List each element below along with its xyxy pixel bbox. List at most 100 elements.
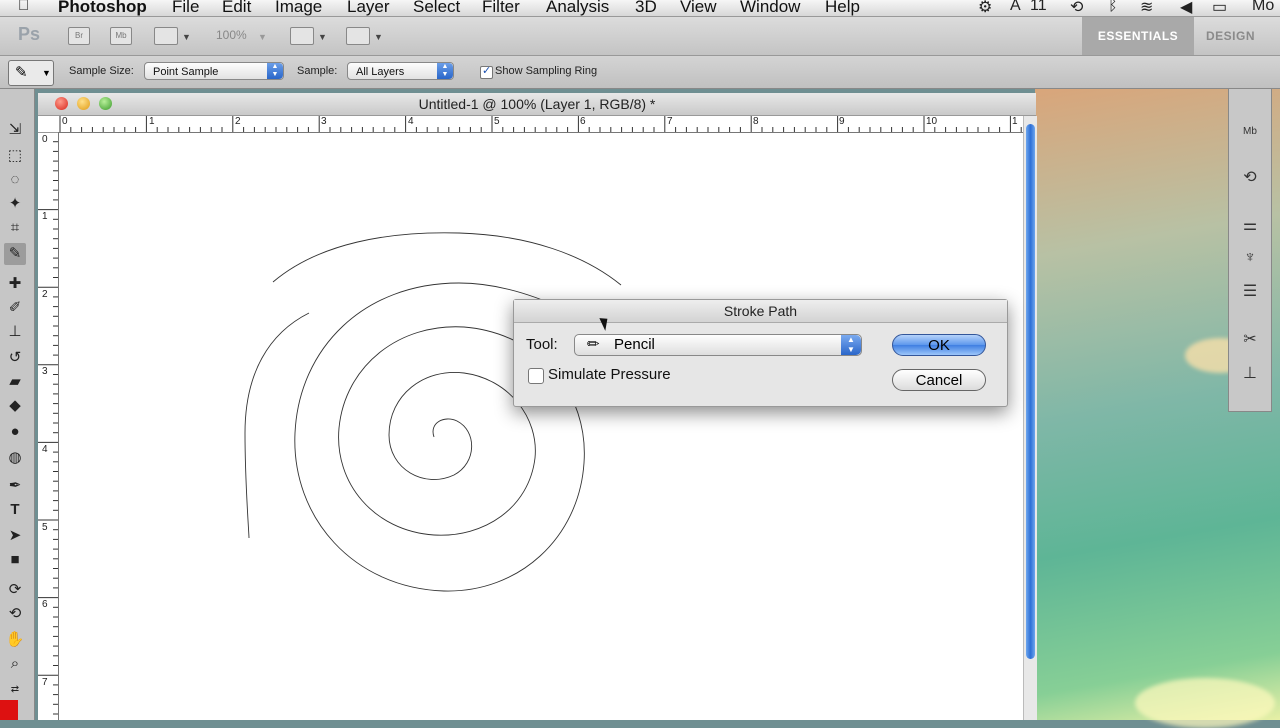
marquee-tool-icon[interactable]: ⬚: [4, 145, 26, 167]
3d-orbit-tool-icon[interactable]: ⟲: [4, 603, 26, 625]
chevron-down-icon[interactable]: ▼: [318, 32, 327, 42]
application-bar: Ps Br Mb ▼ 100% ▼ ▼ ▼ ESSENTIALS DESIGN: [0, 17, 1280, 56]
wifi-icon[interactable]: ≋: [1140, 0, 1153, 17]
menu-edit[interactable]: Edit: [222, 0, 251, 17]
hand-tool-icon[interactable]: ✋: [4, 629, 26, 651]
brush-tool-icon[interactable]: ✐: [4, 297, 26, 319]
healing-brush-tool-icon[interactable]: ✚: [4, 273, 26, 295]
scrollbar-thumb[interactable]: [1026, 124, 1035, 659]
menu-analysis[interactable]: Analysis: [546, 0, 609, 17]
dodge-tool-icon[interactable]: ◍: [4, 447, 26, 469]
zoom-tool-icon[interactable]: ⌕: [4, 653, 26, 675]
menu-photoshop[interactable]: Photoshop: [58, 0, 147, 17]
ok-button[interactable]: OK: [892, 334, 986, 356]
3d-rotate-tool-icon[interactable]: ⟳: [4, 579, 26, 601]
minibridge-panel-icon[interactable]: Mb: [1239, 121, 1261, 143]
simulate-pressure-checkbox[interactable]: [528, 368, 544, 384]
menu-select[interactable]: Select: [413, 0, 460, 17]
adobe-cs-icon[interactable]: A: [1010, 0, 1021, 15]
tool-preset-picker[interactable]: ✎ ▼: [8, 60, 54, 86]
sample-select[interactable]: All Layers ▲ ▼: [347, 62, 454, 80]
chevron-down-icon: ▼: [42, 68, 51, 78]
pen-tool-icon[interactable]: ✒: [4, 475, 26, 497]
sample-size-select[interactable]: Point Sample ▲ ▼: [144, 62, 284, 80]
eraser-tool-icon[interactable]: ▰: [4, 371, 26, 393]
adjustments-panel-icon[interactable]: ⚌: [1239, 215, 1261, 237]
eyedropper-icon: ✎: [15, 64, 28, 81]
stepper-arrows-icon: ▲ ▼: [437, 63, 453, 79]
swap-colors-icon[interactable]: ⇄: [4, 679, 26, 701]
chevron-down-icon[interactable]: ▼: [258, 32, 267, 42]
ruler-label: 3: [42, 366, 48, 377]
menu-file[interactable]: File: [172, 0, 199, 17]
menu-3d[interactable]: 3D: [635, 0, 657, 17]
vertical-scrollbar[interactable]: [1023, 116, 1037, 720]
chevron-down-icon[interactable]: ▼: [374, 32, 383, 42]
ruler-label: 1: [149, 116, 155, 127]
menu-layer[interactable]: Layer: [347, 0, 390, 17]
type-tool-icon[interactable]: T: [4, 499, 26, 521]
ruler-label: 7: [42, 677, 48, 688]
menu-help[interactable]: Help: [825, 0, 860, 17]
time-machine-icon[interactable]: ⟲: [1070, 0, 1083, 17]
sample-size-label: Sample Size:: [69, 65, 134, 77]
crop-tool-icon[interactable]: ⌗: [4, 217, 26, 239]
menu-view[interactable]: View: [680, 0, 717, 17]
document-canvas[interactable]: [59, 133, 1021, 720]
document-title: Untitled-1 @ 100% (Layer 1, RGB/8) *: [418, 96, 656, 112]
options-bar: ✎ ▼ Sample Size: Point Sample ▲ ▼ Sample:…: [0, 56, 1280, 89]
menu-filter[interactable]: Filter: [482, 0, 520, 17]
volume-icon[interactable]: ◀: [1180, 0, 1192, 17]
history-brush-tool-icon[interactable]: ↺: [4, 347, 26, 369]
layers-panel-icon[interactable]: ☰: [1239, 281, 1261, 303]
foreground-color-swatch[interactable]: [0, 700, 18, 720]
bluetooth-icon[interactable]: ᛒ: [1108, 0, 1118, 15]
menu-image[interactable]: Image: [275, 0, 322, 17]
move-tool-icon[interactable]: ⇲: [4, 119, 26, 141]
clock-text[interactable]: Mo: [1252, 0, 1274, 15]
document-title-bar[interactable]: Untitled-1 @ 100% (Layer 1, RGB/8) *: [38, 93, 1036, 116]
ruler-label: 5: [494, 116, 500, 127]
pencil-icon: ✏: [587, 336, 600, 353]
ruler-label: 4: [408, 116, 414, 127]
view-extras-button[interactable]: [154, 27, 178, 45]
workspace-essentials[interactable]: ESSENTIALS: [1082, 17, 1194, 55]
battery-icon[interactable]: ▭: [1212, 0, 1227, 17]
eyedropper-tool-icon[interactable]: ✎: [4, 243, 26, 265]
ruler-label: 0: [42, 134, 48, 145]
blur-tool-icon[interactable]: ●: [4, 421, 26, 443]
wallpaper-glow: [1135, 678, 1275, 728]
paint-bucket-tool-icon[interactable]: ◆: [4, 395, 26, 417]
cancel-button[interactable]: Cancel: [892, 369, 986, 391]
shape-tool-icon[interactable]: ■: [4, 549, 26, 571]
ruler-label: 10: [926, 116, 938, 127]
chevron-down-icon[interactable]: ▼: [182, 32, 191, 42]
lasso-tool-icon[interactable]: ◌: [4, 169, 26, 191]
menu-window[interactable]: Window: [740, 0, 800, 17]
history-panel-icon[interactable]: ⟲: [1239, 167, 1261, 189]
brush-panel-icon[interactable]: ♆: [1239, 247, 1261, 269]
tool-select[interactable]: ✏ Pencil ▲ ▼: [574, 334, 862, 356]
screen-mode-button[interactable]: [346, 27, 370, 45]
tools-preset-panel-icon[interactable]: ✂: [1239, 329, 1261, 351]
launch-minibridge-button[interactable]: Mb: [110, 27, 132, 45]
path-selection-tool-icon[interactable]: ➤: [4, 525, 26, 547]
clone-stamp-tool-icon[interactable]: ⊥: [4, 321, 26, 343]
launch-bridge-button[interactable]: Br: [68, 27, 90, 45]
clone-source-panel-icon[interactable]: ⊥: [1239, 363, 1261, 385]
ruler-label: 7: [667, 116, 673, 127]
panel-dock: Mb ⟲ ⚌ ♆ ☰ ✂ ⊥: [1228, 88, 1272, 412]
vertical-ruler[interactable]: 0 1 2 3 4 5 6 7: [38, 132, 59, 720]
quick-selection-tool-icon[interactable]: ✦: [4, 193, 26, 215]
show-sampling-ring-checkbox[interactable]: [480, 64, 493, 79]
adobe-status-icon[interactable]: ⚙: [978, 0, 992, 17]
sample-value: All Layers: [356, 66, 405, 78]
zoom-level[interactable]: 100%: [216, 28, 247, 42]
horizontal-ruler[interactable]: 0 1 2 3 4 5 6 7 8 9 10 1: [58, 116, 1024, 133]
apple-icon[interactable]: : [18, 0, 29, 14]
menu-bar:  Photoshop File Edit Image Layer Select…: [0, 0, 1280, 17]
stepper-arrows-icon: ▲ ▼: [267, 63, 283, 79]
ruler-label: 6: [42, 599, 48, 610]
arrange-documents-button[interactable]: [290, 27, 314, 45]
workspace-design[interactable]: DESIGN: [1206, 17, 1255, 55]
